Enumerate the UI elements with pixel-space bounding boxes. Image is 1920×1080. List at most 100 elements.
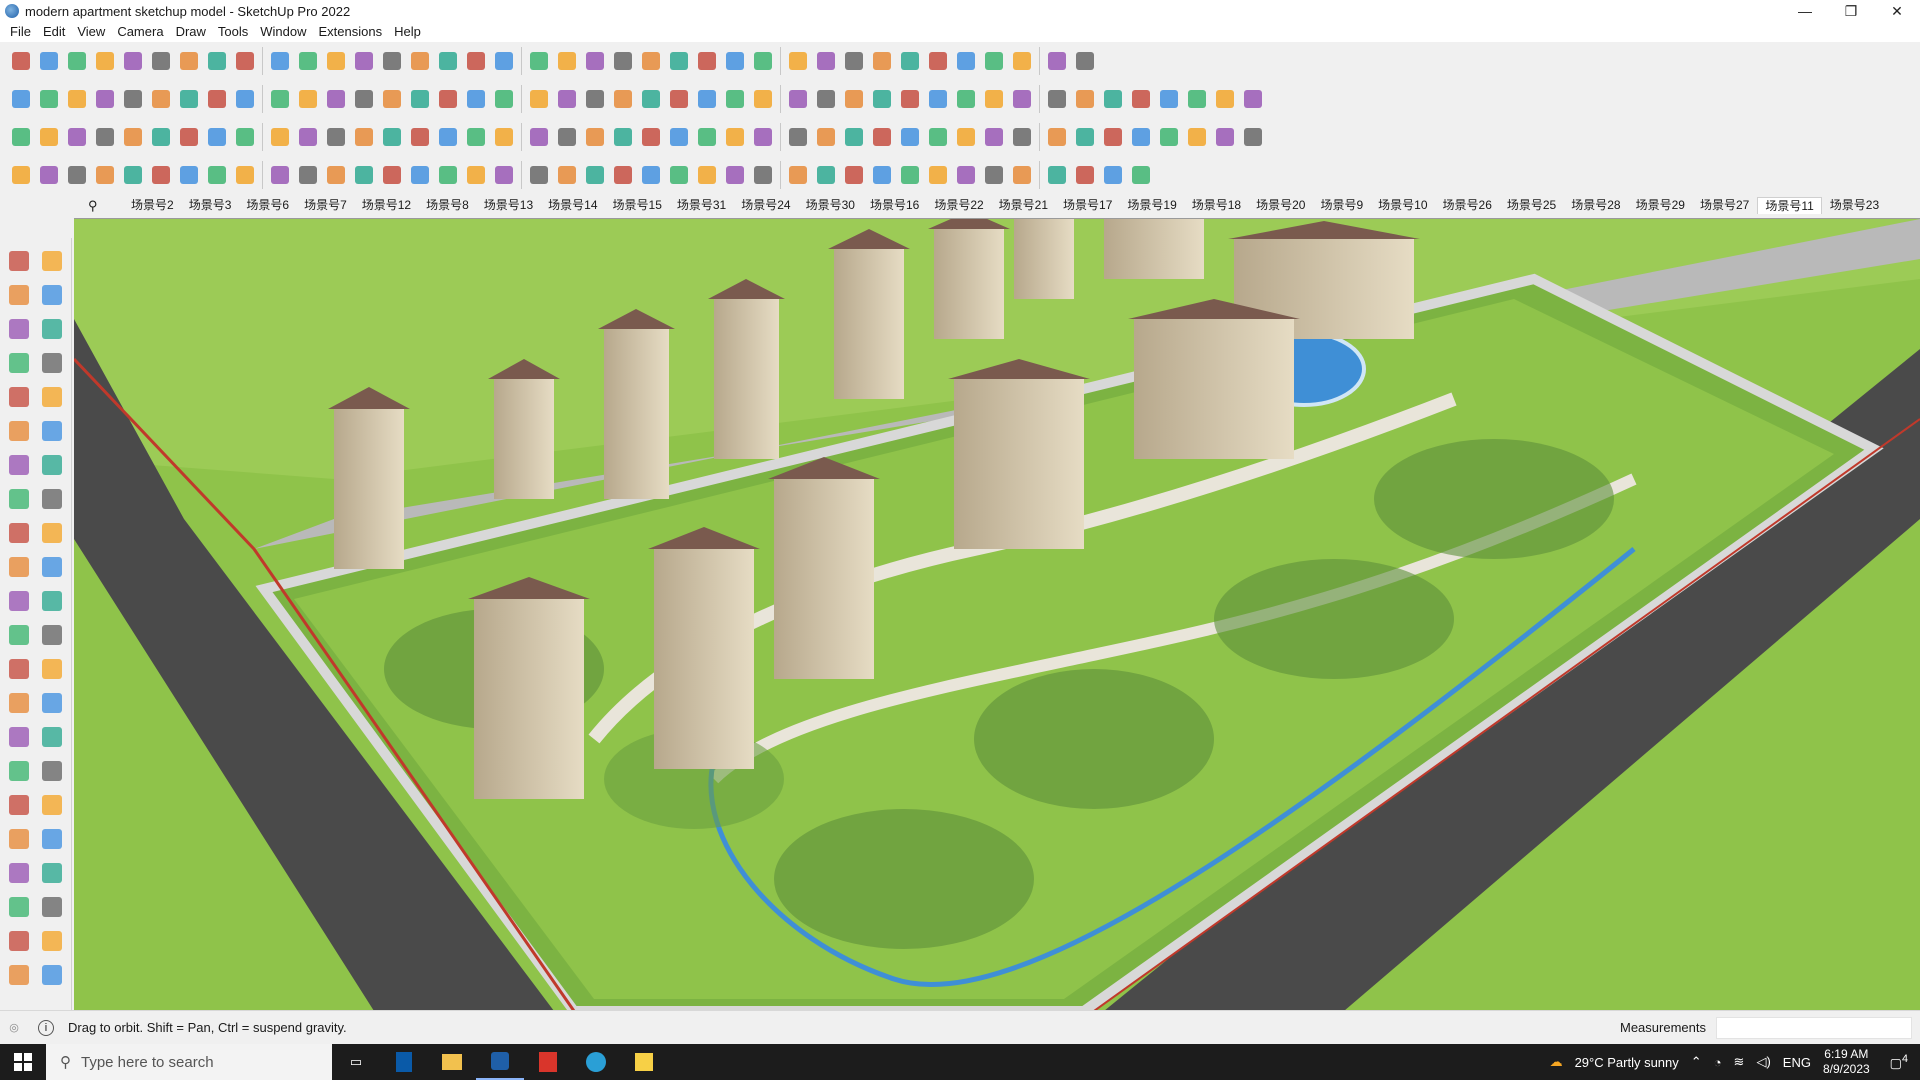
toolbar-tool-icon[interactable] [178, 160, 200, 190]
toolbar-tool-icon[interactable] [983, 122, 1005, 152]
toolbar-tool-icon[interactable] [1046, 122, 1068, 152]
toolbar-tool-icon[interactable] [353, 160, 375, 190]
toolbar-tool-icon[interactable] [528, 84, 550, 114]
toolbar-tool-icon[interactable] [269, 122, 291, 152]
toolbar-tool-icon[interactable] [1046, 160, 1068, 190]
toolbar-tool-icon[interactable] [437, 122, 459, 152]
toolbar-tool-icon[interactable] [178, 46, 200, 76]
toolbar-tool-icon[interactable] [1011, 84, 1033, 114]
toolbar-tool-icon[interactable] [815, 84, 837, 114]
toolbar-tool-icon[interactable] [94, 122, 116, 152]
toolbar-tool-icon[interactable] [724, 84, 746, 114]
toolbar-tool-icon[interactable] [297, 46, 319, 76]
scene-tab[interactable]: 场景号9 [1313, 197, 1370, 213]
toolbar-tool-icon[interactable] [66, 122, 88, 152]
scene-tab[interactable]: 场景号10 [1371, 197, 1434, 213]
toolbar-tool-icon[interactable] [297, 84, 319, 114]
menu-window[interactable]: Window [254, 22, 312, 42]
scene-tab[interactable]: 场景号6 [239, 197, 296, 213]
scene-tab[interactable]: 场景号25 [1500, 197, 1563, 213]
left-tool-icon[interactable] [6, 826, 32, 852]
scene-tab[interactable]: 场景号15 [606, 197, 669, 213]
toolbar-tool-icon[interactable] [752, 122, 774, 152]
scene-tab[interactable]: 场景号18 [1185, 197, 1248, 213]
toolbar-tool-icon[interactable] [10, 84, 32, 114]
notification-icon[interactable]: ▢4 [1890, 1053, 1908, 1071]
toolbar-tool-icon[interactable] [409, 160, 431, 190]
toolbar-tool-icon[interactable] [353, 84, 375, 114]
menu-help[interactable]: Help [388, 22, 427, 42]
toolbar-tool-icon[interactable] [899, 46, 921, 76]
toolbar-tool-icon[interactable] [297, 122, 319, 152]
toolbar-tool-icon[interactable] [843, 84, 865, 114]
toolbar-tool-icon[interactable] [1011, 122, 1033, 152]
left-tool-icon[interactable] [39, 894, 65, 920]
left-tool-icon[interactable] [6, 418, 32, 444]
toolbar-tool-icon[interactable] [871, 160, 893, 190]
toolbar-tool-icon[interactable] [955, 160, 977, 190]
left-tool-icon[interactable] [6, 282, 32, 308]
toolbar-tool-icon[interactable] [899, 122, 921, 152]
toolbar-tool-icon[interactable] [1158, 84, 1180, 114]
menu-camera[interactable]: Camera [111, 22, 169, 42]
toolbar-tool-icon[interactable] [724, 122, 746, 152]
scene-tab[interactable]: 场景号2 [124, 197, 181, 213]
toolbar-tool-icon[interactable] [927, 160, 949, 190]
toolbar-tool-icon[interactable] [493, 46, 515, 76]
toolbar-tool-icon[interactable] [381, 122, 403, 152]
left-tool-icon[interactable] [39, 248, 65, 274]
toolbar-tool-icon[interactable] [437, 46, 459, 76]
toolbar-tool-icon[interactable] [899, 84, 921, 114]
minimize-button[interactable]: — [1782, 0, 1828, 22]
toolbar-tool-icon[interactable] [150, 84, 172, 114]
toolbar-tool-icon[interactable] [297, 160, 319, 190]
file-explorer-icon[interactable] [428, 1044, 476, 1080]
toolbar-tool-icon[interactable] [584, 122, 606, 152]
toolbar-tool-icon[interactable] [1186, 84, 1208, 114]
left-tool-icon[interactable] [39, 520, 65, 546]
toolbar-tool-icon[interactable] [1214, 122, 1236, 152]
toolbar-tool-icon[interactable] [437, 160, 459, 190]
menu-view[interactable]: View [71, 22, 111, 42]
toolbar-tool-icon[interactable] [1130, 160, 1152, 190]
menu-edit[interactable]: Edit [37, 22, 71, 42]
toolbar-tool-icon[interactable] [38, 84, 60, 114]
scene-tab[interactable]: 场景号3 [182, 197, 239, 213]
toolbar-tool-icon[interactable] [528, 46, 550, 76]
toolbar-tool-icon[interactable] [584, 160, 606, 190]
language-indicator[interactable]: ENG [1783, 1055, 1811, 1070]
toolbar-tool-icon[interactable] [325, 46, 347, 76]
scene-tab[interactable]: 场景号14 [541, 197, 604, 213]
scene-tab[interactable]: 场景号26 [1436, 197, 1499, 213]
left-tool-icon[interactable] [6, 894, 32, 920]
toolbar-tool-icon[interactable] [38, 46, 60, 76]
toolbar-tool-icon[interactable] [381, 84, 403, 114]
geo-location-icon[interactable]: ◎ [6, 1020, 22, 1036]
left-tool-icon[interactable] [6, 622, 32, 648]
toolbar-tool-icon[interactable] [1214, 84, 1236, 114]
toolbar-tool-icon[interactable] [122, 122, 144, 152]
toolbar-tool-icon[interactable] [843, 46, 865, 76]
left-tool-icon[interactable] [39, 860, 65, 886]
toolbar-tool-icon[interactable] [206, 84, 228, 114]
left-tool-icon[interactable] [6, 520, 32, 546]
left-tool-icon[interactable] [6, 316, 32, 342]
chevron-up-icon[interactable]: ⌃ [1691, 1054, 1702, 1070]
toolbar-tool-icon[interactable] [465, 46, 487, 76]
left-tool-icon[interactable] [6, 384, 32, 410]
toolbar-tool-icon[interactable] [10, 160, 32, 190]
toolbar-tool-icon[interactable] [528, 160, 550, 190]
toolbar-tool-icon[interactable] [122, 84, 144, 114]
toolbar-tool-icon[interactable] [1130, 84, 1152, 114]
toolbar-tool-icon[interactable] [1158, 122, 1180, 152]
toolbar-tool-icon[interactable] [983, 46, 1005, 76]
left-tool-icon[interactable] [39, 554, 65, 580]
toolbar-tool-icon[interactable] [955, 122, 977, 152]
toolbar-tool-icon[interactable] [871, 84, 893, 114]
wifi-icon[interactable]: ≋ [1734, 1054, 1745, 1070]
scene-tab[interactable]: 场景号16 [863, 197, 926, 213]
left-tool-icon[interactable] [6, 554, 32, 580]
toolbar-tool-icon[interactable] [66, 84, 88, 114]
toolbar-tool-icon[interactable] [122, 160, 144, 190]
left-tool-icon[interactable] [39, 656, 65, 682]
